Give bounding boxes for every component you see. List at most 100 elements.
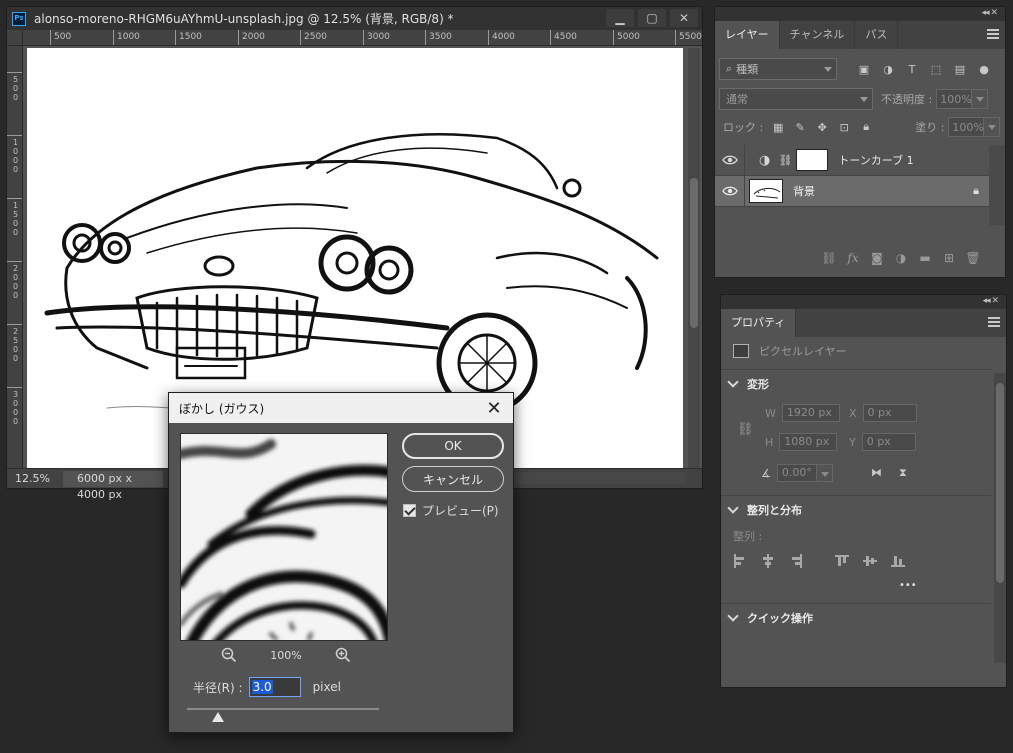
layer-row-tone-curve[interactable]: ◑ ⛓ トーンカーブ 1	[715, 144, 991, 176]
ruler-h-label: 2000	[238, 30, 265, 45]
radius-input[interactable]: 3.0	[248, 677, 301, 697]
cancel-button[interactable]: キャンセル	[402, 466, 504, 492]
layer-filter-row: ⌕ 種類 ▣ ◑ T ⬚ ▤ ●	[719, 57, 1003, 81]
canvas-vertical-scrollbar[interactable]	[688, 48, 700, 470]
delete-layer-icon[interactable]: 🗑︎	[965, 250, 981, 266]
more-options-button[interactable]: •••	[899, 580, 917, 591]
lock-transparent-icon[interactable]: ▦	[771, 120, 785, 134]
width-label: W	[765, 406, 776, 420]
dialog-titlebar[interactable]: ぼかし (ガウス) ✕	[169, 393, 513, 423]
panel-collapse-bar[interactable]: ◂◂ ✕	[715, 7, 1005, 21]
filter-shape-icon[interactable]: ⬚	[929, 62, 943, 76]
maximize-button[interactable]: ▢	[638, 9, 666, 27]
scroll-thumb[interactable]	[996, 383, 1004, 583]
radius-slider-thumb[interactable]	[212, 712, 224, 722]
align-right-icon[interactable]	[789, 554, 803, 568]
zoom-in-icon[interactable]	[335, 647, 351, 663]
link-layers-icon[interactable]: ⛓	[821, 250, 837, 266]
horizontal-ruler[interactable]: 500 1000 1500 2000 2500 3000 3500 4000 4…	[23, 30, 702, 46]
angle-dropdown[interactable]	[816, 464, 833, 482]
minimize-button[interactable]: ▁	[606, 9, 634, 27]
preview-checkbox[interactable]	[403, 504, 416, 517]
filter-type-icon[interactable]: T	[905, 62, 919, 76]
panel-menu-icon[interactable]	[988, 317, 1000, 327]
adjustment-layer-icon: ◑	[759, 152, 771, 168]
layer-name[interactable]: トーンカーブ 1	[838, 152, 913, 168]
quick-actions-header[interactable]: クイック操作	[727, 610, 813, 626]
close-icon[interactable]: ✕	[483, 397, 505, 419]
close-button[interactable]: ✕	[670, 9, 698, 27]
y-input[interactable]: 0 px	[861, 433, 916, 451]
height-input[interactable]: 1080 px	[779, 433, 838, 451]
vertical-ruler[interactable]: 500 1000 1500 2000 2500 3000	[7, 46, 23, 468]
flip-vertical-icon[interactable]: ⧗	[899, 466, 907, 480]
ok-button[interactable]: OK	[402, 433, 504, 459]
blur-preview[interactable]	[180, 433, 388, 641]
filter-smart-object-icon[interactable]: ▤	[953, 62, 967, 76]
link-chain-icon[interactable]: ⛓	[778, 154, 792, 167]
filter-pixel-icon[interactable]: ▣	[857, 62, 871, 76]
opacity-dropdown[interactable]	[972, 89, 989, 109]
align-vertical-center-icon[interactable]	[863, 554, 877, 568]
fill-input[interactable]: 100%	[948, 117, 985, 137]
ruler-h-label: 500	[50, 30, 71, 45]
align-horizontal-center-icon[interactable]	[761, 554, 775, 568]
link-dimensions-icon[interactable]: ⛓	[737, 422, 754, 437]
tab-channels[interactable]: チャンネル	[780, 21, 856, 49]
x-input[interactable]: 0 px	[862, 404, 917, 422]
align-bottom-icon[interactable]	[891, 554, 905, 568]
layer-name[interactable]: 背景	[793, 183, 815, 199]
collapse-icon[interactable]: ◂◂ ✕	[983, 296, 999, 306]
angle-input[interactable]: 0.00°	[776, 464, 817, 482]
ruler-corner[interactable]	[7, 30, 23, 46]
properties-scrollbar[interactable]	[994, 373, 1006, 663]
lock-artboard-icon[interactable]: ⊡	[837, 120, 851, 134]
fill-dropdown[interactable]	[984, 117, 1001, 137]
filter-kind-select[interactable]: ⌕ 種類	[719, 58, 837, 80]
lock-icon: 🔒︎	[973, 184, 979, 197]
chevron-down-icon	[727, 502, 739, 514]
align-left-icon[interactable]	[733, 554, 747, 568]
visibility-eye-icon[interactable]	[715, 144, 745, 176]
new-layer-icon[interactable]: ⊞	[941, 250, 957, 266]
fx-icon[interactable]: fx	[845, 250, 861, 266]
filter-toggle-icon[interactable]: ●	[977, 62, 991, 76]
document-dimensions[interactable]: 6000 px x 4000 px	[63, 470, 163, 501]
collapse-icon[interactable]: ◂◂ ✕	[982, 8, 998, 18]
align-top-icon[interactable]	[835, 554, 849, 568]
add-mask-icon[interactable]: ◙	[869, 250, 885, 266]
layer-mask-thumbnail[interactable]	[796, 149, 829, 171]
panel-collapse-bar[interactable]: ◂◂ ✕	[721, 295, 1006, 309]
zoom-level[interactable]: 12.5%	[7, 472, 63, 485]
quick-actions-section: クイック操作	[721, 603, 991, 663]
ruler-v-label: 3000	[7, 387, 22, 426]
lock-position-icon[interactable]: ✥	[815, 120, 829, 134]
document-titlebar[interactable]: Ps alonso-moreno-RHGM6uAYhmU-unsplash.jp…	[7, 7, 702, 30]
filter-adjustment-icon[interactable]: ◑	[881, 62, 895, 76]
lock-image-icon[interactable]: ✎	[793, 120, 807, 134]
tab-paths[interactable]: パス	[855, 21, 899, 49]
new-group-icon[interactable]: ▬	[917, 250, 933, 266]
preview-checkbox-row[interactable]: プレビュー(P)	[403, 502, 499, 519]
layers-scrollbar[interactable]	[989, 145, 1005, 225]
align-section-header[interactable]: 整列と分布	[727, 502, 802, 518]
transform-section-header[interactable]: 変形	[727, 376, 769, 392]
width-input[interactable]: 1920 px	[781, 404, 840, 422]
radius-unit: pixel	[312, 680, 341, 694]
layer-thumbnail[interactable]	[749, 179, 783, 203]
tab-properties[interactable]: プロパティ	[721, 309, 797, 337]
new-adjustment-icon[interactable]: ◑	[893, 250, 909, 266]
scroll-thumb[interactable]	[690, 178, 698, 328]
blend-mode-select[interactable]: 通常	[719, 88, 873, 110]
opacity-input[interactable]: 100%	[936, 89, 973, 109]
radius-slider-track[interactable]	[187, 708, 379, 710]
flip-horizontal-icon[interactable]: ⧓	[871, 466, 882, 479]
lock-all-icon[interactable]: 🔒︎	[859, 120, 873, 134]
visibility-eye-icon[interactable]	[715, 175, 745, 207]
tab-layers[interactable]: レイヤー	[715, 21, 780, 49]
layer-row-background[interactable]: 背景 🔒︎	[715, 175, 991, 207]
blend-row: 通常 不透明度 : 100%	[719, 87, 1003, 111]
ruler-h-label: 3000	[363, 30, 390, 45]
zoom-out-icon[interactable]	[221, 647, 237, 663]
panel-menu-icon[interactable]	[987, 29, 999, 39]
